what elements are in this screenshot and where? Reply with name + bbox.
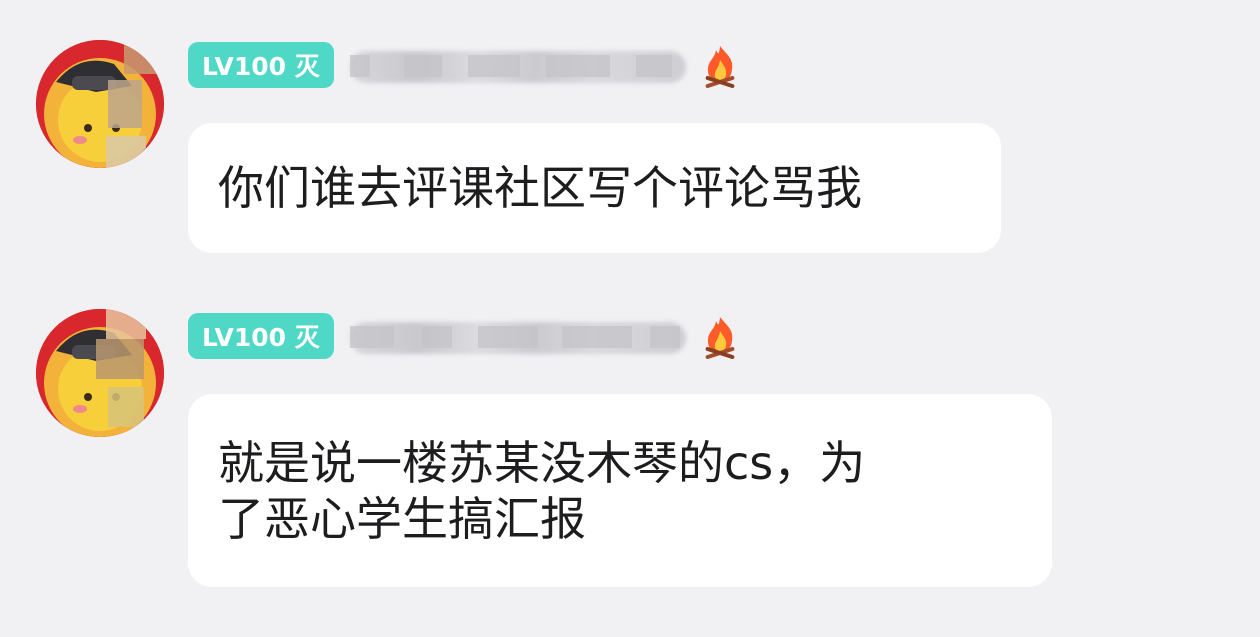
avatar[interactable] [36,309,164,437]
sender-name-redacted [349,45,686,85]
message-text: 你们谁去评课社区写个评论骂我 [218,161,862,215]
message-bubble[interactable]: 就是说一楼苏某没木琴的cs，为 了恶心学生搞汇报 [188,394,1052,587]
level-badge: LV100 灭 [188,313,334,359]
avatar[interactable] [36,40,164,168]
level-badge: LV100 灭 [188,42,334,88]
fire-icon [705,46,735,88]
sender-header: LV100 灭 [188,42,740,88]
fire-icon [705,317,735,359]
sender-name-redacted [349,316,686,356]
sender-header: LV100 灭 [188,313,740,359]
message-text: 就是说一楼苏某没木琴的cs，为 了恶心学生搞汇报 [218,435,866,546]
message-bubble[interactable]: 你们谁去评课社区写个评论骂我 [188,123,1001,253]
avatar-image [36,40,164,168]
avatar-image [36,309,164,437]
